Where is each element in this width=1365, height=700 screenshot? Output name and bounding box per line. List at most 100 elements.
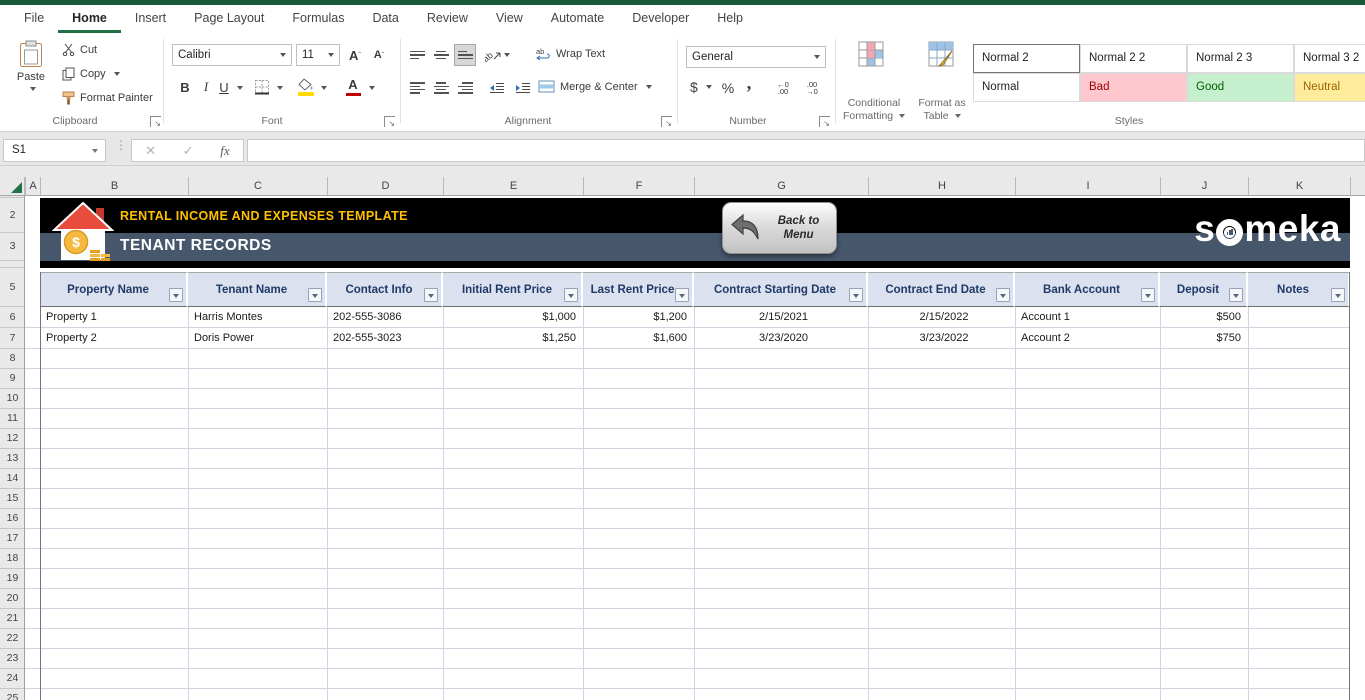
grid-row-21[interactable] — [25, 609, 1350, 629]
tab-formulas[interactable]: Formulas — [278, 5, 358, 33]
row-header-23[interactable]: 23 — [0, 649, 25, 669]
align-left-button[interactable] — [406, 77, 428, 99]
italic-button[interactable]: I — [198, 77, 214, 97]
tab-help[interactable]: Help — [703, 5, 757, 33]
cell-deposit-1[interactable]: $500 — [1161, 307, 1247, 326]
cancel-icon[interactable]: ✕ — [145, 143, 156, 159]
filter-dropdown-contact-info[interactable] — [424, 288, 438, 302]
decrease-font-button[interactable]: Aˇ — [368, 45, 390, 65]
format-painter-button[interactable]: Format Painter — [62, 91, 153, 105]
tab-review[interactable]: Review — [413, 5, 482, 33]
row-header-21[interactable]: 21 — [0, 609, 25, 629]
bold-button[interactable]: B — [176, 77, 194, 97]
align-center-button[interactable] — [430, 77, 452, 99]
row-header-19[interactable]: 19 — [0, 569, 25, 589]
insert-function-icon[interactable]: fx — [220, 143, 229, 159]
decrease-indent-button[interactable] — [486, 77, 508, 99]
grid-row-8[interactable] — [25, 349, 1350, 369]
increase-font-button[interactable]: Aˆ — [344, 45, 366, 65]
row-header-2[interactable]: 2 — [0, 198, 25, 233]
column-header-overflow[interactable] — [1350, 177, 1365, 195]
grid-row-25[interactable] — [25, 689, 1350, 700]
copy-button[interactable]: Copy — [62, 67, 120, 81]
cell-style-normal-3-2[interactable]: Normal 3 2 — [1294, 44, 1365, 73]
grid-row-22[interactable] — [25, 629, 1350, 649]
row-header-5[interactable]: 5 — [0, 268, 25, 307]
paste-dropdown-arrow[interactable] — [30, 87, 36, 91]
cell-style-normal-2[interactable]: Normal 2 — [973, 44, 1080, 73]
font-color-dropdown-arrow[interactable] — [369, 86, 375, 90]
row-header-25[interactable]: 25 — [0, 689, 25, 700]
grid-row-18[interactable] — [25, 549, 1350, 569]
number-format-combo[interactable]: General — [686, 46, 826, 68]
tab-data[interactable]: Data — [358, 5, 412, 33]
filter-dropdown-initial-rent-price[interactable] — [564, 288, 578, 302]
grid-row-23[interactable] — [25, 649, 1350, 669]
row-header-14[interactable]: 14 — [0, 469, 25, 489]
tab-insert[interactable]: Insert — [121, 5, 180, 33]
cell-style-good[interactable]: Good — [1187, 73, 1294, 102]
cell-style-neutral[interactable]: Neutral — [1294, 73, 1365, 102]
alignment-dialog-launcher[interactable]: ↘ — [661, 116, 672, 127]
back-to-menu-button[interactable]: Back to Menu — [722, 202, 837, 254]
tab-automate[interactable]: Automate — [537, 5, 619, 33]
row-header-16[interactable]: 16 — [0, 509, 25, 529]
underline-button[interactable]: U — [216, 77, 232, 97]
column-header-a[interactable]: A — [25, 177, 40, 195]
comma-style-button[interactable]: , — [742, 73, 756, 95]
merge-center-dropdown-arrow[interactable] — [646, 85, 652, 89]
tab-developer[interactable]: Developer — [618, 5, 703, 33]
clipboard-dialog-launcher[interactable]: ↘ — [150, 116, 161, 127]
row-header-3[interactable]: 3 — [0, 233, 25, 261]
row-header-7[interactable]: 7 — [0, 328, 25, 349]
accounting-format-button[interactable]: $ — [690, 79, 712, 95]
filter-dropdown-notes[interactable] — [1331, 288, 1345, 302]
fill-color-button[interactable] — [296, 75, 316, 99]
grid-row-16[interactable] — [25, 509, 1350, 529]
row-header-8[interactable]: 8 — [0, 349, 25, 369]
grid-row-6[interactable]: Property 1Harris Montes202-555-3086$1,00… — [25, 307, 1350, 328]
filter-dropdown-contract-starting-date[interactable] — [849, 288, 863, 302]
select-all-button[interactable] — [0, 177, 25, 195]
filter-dropdown-property-name[interactable] — [169, 288, 183, 302]
tab-home[interactable]: Home — [58, 5, 121, 33]
filter-dropdown-last-rent-price[interactable] — [675, 288, 689, 302]
cell-style-normal-2-2[interactable]: Normal 2 2 — [1080, 44, 1187, 73]
accounting-dropdown-arrow[interactable] — [706, 85, 712, 89]
format-as-table-button[interactable] — [918, 41, 964, 67]
font-size-combo[interactable]: 11 — [296, 44, 340, 66]
row-header-22[interactable]: 22 — [0, 629, 25, 649]
grid-row-19[interactable] — [25, 569, 1350, 589]
align-bottom-button[interactable] — [454, 44, 476, 66]
format-as-table-label[interactable]: Format as Table — [912, 97, 972, 123]
grid-row-15[interactable] — [25, 489, 1350, 509]
column-header-e[interactable]: E — [443, 177, 583, 195]
formula-input[interactable] — [247, 139, 1365, 162]
column-header-c[interactable]: C — [188, 177, 327, 195]
row-header-11[interactable]: 11 — [0, 409, 25, 429]
cell-style-normal[interactable]: Normal — [973, 73, 1080, 102]
row-header-9[interactable]: 9 — [0, 369, 25, 389]
cell-contract-starting-date-1[interactable]: 2/15/2021 — [695, 307, 867, 326]
conditional-formatting-button[interactable] — [848, 41, 894, 67]
cell-style-normal-2-3[interactable]: Normal 2 3 — [1187, 44, 1294, 73]
cell-bank-account-2[interactable]: Account 2 — [1016, 328, 1159, 347]
grid-row-11[interactable] — [25, 409, 1350, 429]
column-header-k[interactable]: K — [1248, 177, 1350, 195]
enter-icon[interactable]: ✓ — [183, 143, 194, 159]
grid-row-20[interactable] — [25, 589, 1350, 609]
align-top-button[interactable] — [406, 44, 428, 66]
cell-last-rent-price-2[interactable]: $1,600 — [584, 328, 693, 347]
grid-row-10[interactable] — [25, 389, 1350, 409]
grid-row-17[interactable] — [25, 529, 1350, 549]
grid-row-7[interactable]: Property 2Doris Power202-555-3023$1,250$… — [25, 328, 1350, 349]
row-header-18[interactable]: 18 — [0, 549, 25, 569]
filter-dropdown-tenant-name[interactable] — [308, 288, 322, 302]
tab-view[interactable]: View — [482, 5, 537, 33]
cell-property-name-1[interactable]: Property 1 — [41, 307, 187, 326]
column-header-j[interactable]: J — [1160, 177, 1248, 195]
decrease-decimal-button[interactable]: .00→0 — [799, 77, 825, 99]
grid-row-9[interactable] — [25, 369, 1350, 389]
name-box[interactable]: S1 — [3, 139, 106, 162]
tab-page-layout[interactable]: Page Layout — [180, 5, 278, 33]
